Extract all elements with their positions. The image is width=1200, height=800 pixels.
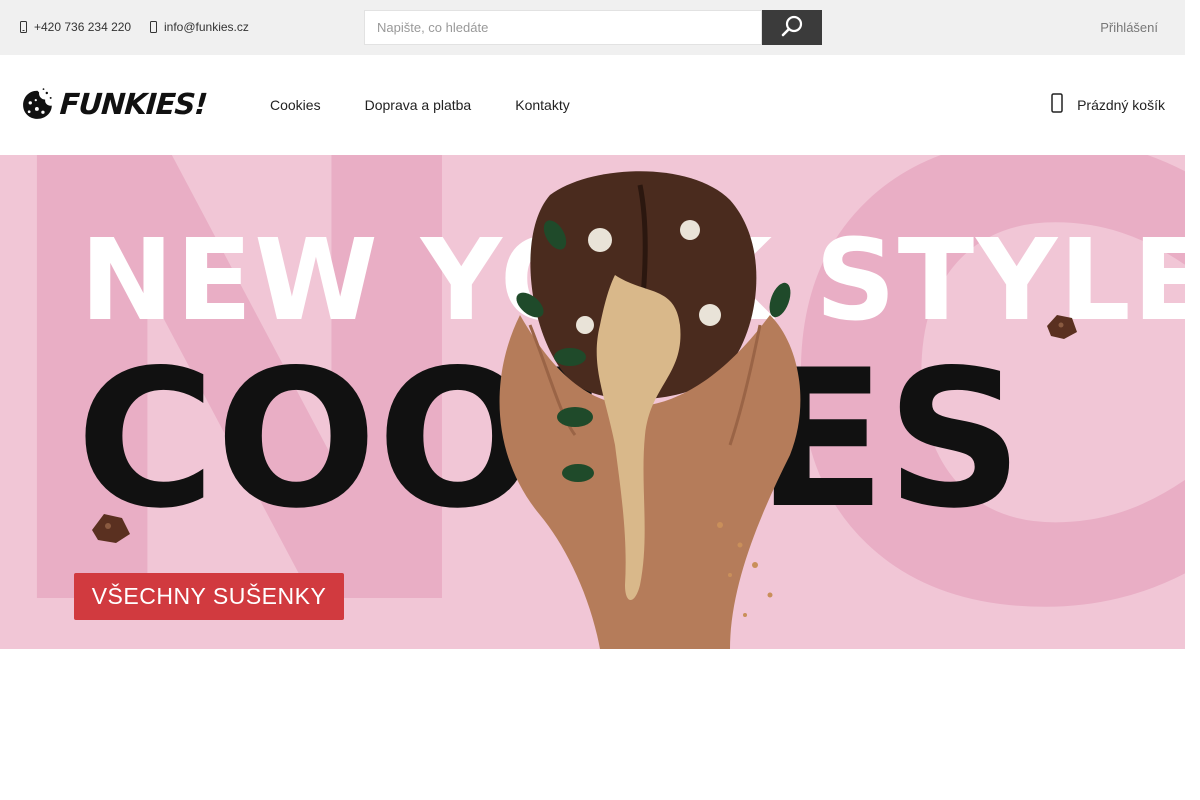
logo-wordmark: FUNKIES! [58,87,209,121]
phone-icon [20,21,27,33]
nav-item-shipping-payment[interactable]: Doprava a platba [365,97,472,113]
cookie-piece-right [1047,315,1077,339]
cart-icon [1051,93,1063,116]
all-cookies-button[interactable]: VŠECHNY SUŠENKY [74,573,344,620]
email-address: info@funkies.cz [164,20,249,34]
hand-with-cookie-image [499,171,801,649]
mail-icon [150,21,157,33]
top-bar: +420 736 234 220 info@funkies.cz Přihláš… [0,0,1185,55]
email-contact[interactable]: info@funkies.cz [150,20,249,34]
nav-item-cookies[interactable]: Cookies [270,97,321,113]
cookie-piece-left [92,514,130,543]
phone-contact[interactable]: +420 736 234 220 [20,20,131,34]
login-link[interactable]: Přihlášení [1100,20,1158,35]
main-nav: Cookies Doprava a platba Kontakty [270,97,614,113]
site-logo[interactable]: FUNKIES! [22,75,209,133]
hero-banner[interactable]: N C NEW YORK STYLE COOKIES [0,155,1185,649]
search-input[interactable] [364,10,762,45]
site-header: FUNKIES! Cookies Doprava a platba Kontak… [0,55,1185,155]
cart-button[interactable]: Prázdný košík [1051,93,1165,116]
search-button[interactable] [762,10,822,45]
cookie-logo-icon [23,88,52,119]
phone-number: +420 736 234 220 [34,20,132,34]
search-form [364,10,822,45]
nav-item-contacts[interactable]: Kontakty [515,97,569,113]
cart-label: Prázdný košík [1077,96,1165,113]
search-icon [780,14,804,41]
